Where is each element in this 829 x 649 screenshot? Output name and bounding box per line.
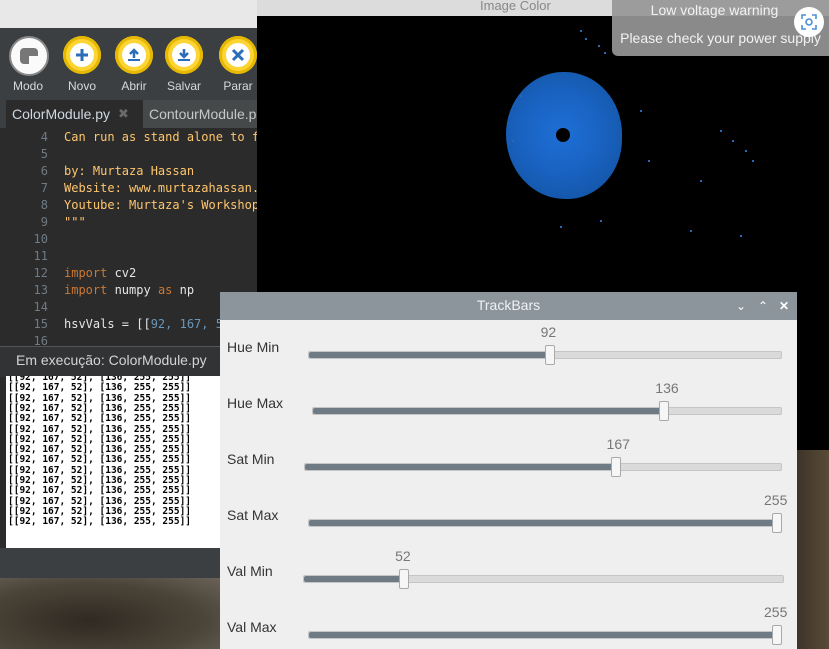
object-hole (556, 128, 570, 142)
noise-speck (690, 230, 692, 232)
tab-color-module[interactable]: ColorModule.py ✖ (6, 100, 149, 128)
open-label: Abrir (121, 79, 147, 93)
close-tab-icon[interactable]: ✖ (118, 100, 129, 128)
screenshot-icon[interactable] (794, 7, 824, 37)
webcam-person-region (0, 578, 220, 649)
tab-label: ColorModule.py (12, 106, 111, 122)
slider-fill (309, 352, 546, 358)
open-button[interactable]: Abrir (111, 34, 157, 98)
slider-label: Val Max (227, 619, 277, 635)
stop-button[interactable]: Parar (215, 34, 261, 98)
save-button[interactable]: Salvar (161, 34, 207, 98)
thonny-toolbar: Modo Novo Abrir Salvar Parar (0, 28, 257, 100)
noise-speck (648, 160, 650, 162)
noise-speck (520, 95, 522, 97)
noise-speck (585, 38, 587, 40)
save-label: Salvar (166, 79, 201, 93)
code-text: by: Murtaza Hassan (64, 164, 195, 178)
slider-value: 136 (655, 380, 679, 396)
slider-value: 92 (540, 324, 557, 340)
code-text: import numpy as np (64, 283, 195, 297)
shell-line: [[92, 167, 52], [136, 255, 255]] (8, 413, 192, 425)
noise-speck (604, 52, 606, 54)
code-text: hsvVals = [[92, 167, 5 (64, 317, 223, 331)
slider-knob[interactable] (659, 401, 670, 421)
slider-value: 255 (764, 492, 788, 508)
webcam-edge-region (796, 450, 829, 649)
editor-tab-bar: ColorModule.py ✖ ContourModule.p (0, 100, 265, 128)
slider-knob[interactable] (772, 625, 782, 645)
image-window-title: Image Color (480, 0, 551, 13)
shell-line: [[92, 167, 52], [136, 255, 255]] (8, 516, 192, 528)
code-text: Youtube: Murtaza's Workshop (64, 198, 257, 212)
slider-label: Sat Max (227, 507, 279, 523)
code-text: Can run as stand alone to f (64, 130, 257, 144)
noise-speck (580, 30, 582, 32)
noise-speck (720, 130, 722, 132)
line-number: 4 (40, 130, 48, 144)
noise-speck (752, 160, 754, 162)
noise-speck (512, 140, 514, 142)
run-status-text: Em execução: ColorModule.py (16, 352, 207, 368)
slider-value: 167 (606, 436, 630, 452)
line-number: 16 (33, 334, 48, 346)
noise-speck (640, 110, 642, 112)
download-icon (165, 36, 203, 74)
notification-title: Low voltage warning (650, 2, 779, 18)
noise-speck (740, 235, 742, 237)
mode-label: Modo (12, 79, 44, 93)
shell-bottom-bar (0, 548, 257, 578)
slider-knob[interactable] (772, 513, 782, 533)
slider-label: Hue Max (227, 395, 284, 411)
noise-speck (600, 220, 602, 222)
slider-label: Sat Min (227, 451, 275, 467)
new-button[interactable]: Novo (59, 34, 105, 98)
noise-speck (560, 226, 562, 228)
chevron-down-icon[interactable]: ⌄ (733, 298, 749, 314)
line-number: 10 (33, 232, 48, 246)
noise-speck (598, 45, 600, 47)
noise-speck (745, 150, 747, 152)
slider-fill (305, 464, 612, 470)
slider-fill (309, 520, 773, 526)
line-number: 9 (40, 215, 48, 229)
new-label: Novo (67, 79, 96, 93)
upload-icon (115, 36, 153, 74)
slider-fill (313, 408, 661, 414)
slider-knob[interactable] (610, 457, 621, 477)
slider-value: 52 (395, 548, 411, 564)
line-number: 8 (40, 198, 48, 212)
mode-button[interactable]: Modo (5, 34, 51, 98)
notification-body: Please check your power supply (620, 30, 821, 46)
code-text: """ (64, 215, 86, 229)
tab-label: ContourModule.p (149, 106, 257, 122)
noise-speck (700, 180, 702, 182)
line-number: 13 (33, 283, 48, 297)
code-text: import cv2 (64, 266, 137, 280)
tab-contour-module[interactable]: ContourModule.p (143, 100, 265, 128)
line-number: 12 (33, 266, 48, 280)
slider-label: Hue Min (227, 339, 280, 355)
slider-fill (304, 576, 401, 582)
line-number: 15 (33, 317, 48, 331)
line-number: 7 (40, 181, 48, 195)
line-number: 14 (33, 300, 48, 314)
code-text: Website: www.murtazahassan. (64, 181, 257, 195)
slider-knob[interactable] (544, 345, 555, 365)
slider-fill (309, 632, 773, 638)
close-icon[interactable]: ✕ (776, 298, 792, 314)
plus-icon (63, 36, 101, 74)
mode-icon (9, 36, 49, 76)
noise-speck (732, 140, 734, 142)
desktop-strip (0, 0, 257, 28)
slider-value: 255 (764, 604, 788, 620)
stop-icon (219, 36, 257, 74)
line-number: 5 (40, 147, 48, 161)
slider-knob[interactable] (399, 569, 410, 589)
line-number: 11 (33, 249, 48, 263)
line-number: 6 (40, 164, 48, 178)
slider-label: Val Min (227, 563, 273, 579)
chevron-up-icon[interactable]: ⌃ (755, 298, 771, 314)
trackbars-title: TrackBars (476, 297, 541, 313)
